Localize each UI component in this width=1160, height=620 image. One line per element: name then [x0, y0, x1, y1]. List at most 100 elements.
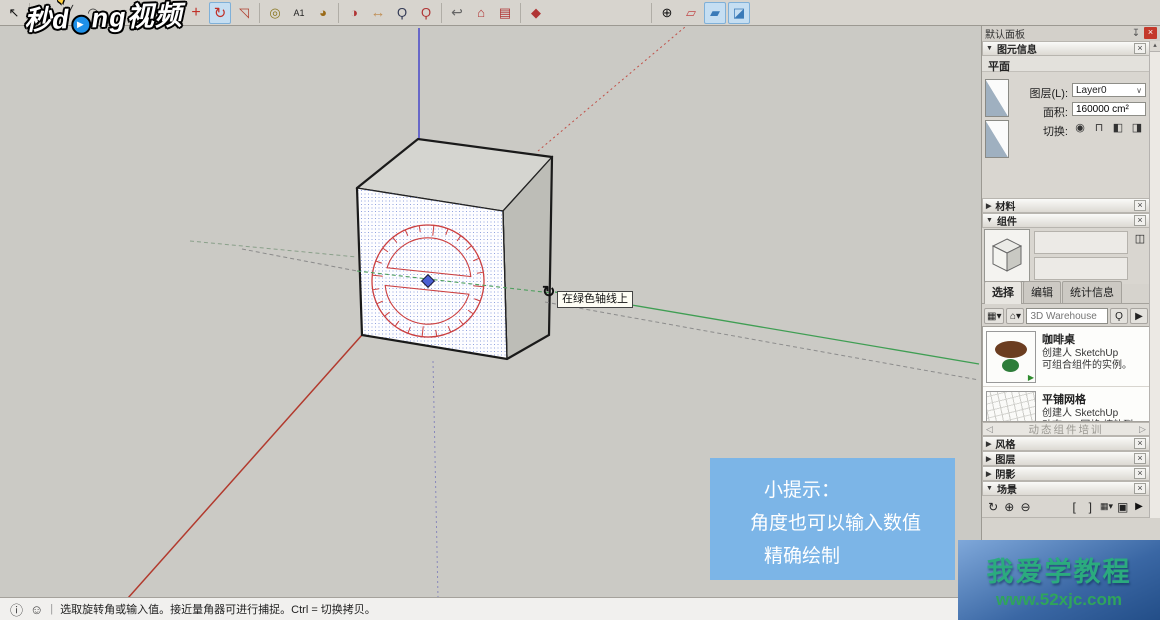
pin-icon[interactable]: ↧ — [1130, 28, 1142, 39]
zoom-tool-button[interactable]: Ϙ — [391, 2, 413, 24]
logo-text-suffix: 视频 — [126, 0, 183, 32]
share-model-tool-button[interactable]: ▤ — [494, 2, 516, 24]
scale-tool-icon: ◹ — [239, 5, 249, 21]
move-scene-left-button[interactable]: [ — [1066, 498, 1082, 515]
home-icon[interactable]: ⌂▾ — [1006, 308, 1024, 324]
materials-close-button[interactable]: × — [1134, 200, 1146, 211]
view-options-arrow-icon[interactable]: ▶ — [1130, 308, 1148, 324]
paint-bucket-tool-icon: ◕ — [319, 5, 327, 20]
rotate-tool-button[interactable]: ↻ — [209, 2, 231, 24]
section-header-entity-info[interactable]: ▼ 图元信息 × — [982, 41, 1150, 56]
component-description-field[interactable] — [1034, 257, 1128, 280]
pager-next-icon[interactable]: ▷ — [1136, 424, 1149, 435]
select-tool-button[interactable]: ↖ — [3, 2, 25, 24]
tip-line-2: 角度也可以输入数值 — [750, 507, 955, 540]
lock-toggle-icon[interactable]: ⊓ — [1091, 120, 1107, 134]
previous-view-tool-button[interactable]: ↩ — [446, 2, 468, 24]
pan-tool-button[interactable]: ↔ — [367, 2, 389, 24]
warehouse-search-input[interactable] — [1026, 308, 1108, 324]
section-header-components[interactable]: ▼ 组件 × — [982, 213, 1150, 228]
chevron-right-icon: ▶ — [986, 440, 991, 448]
components-close-button[interactable]: × — [1134, 215, 1146, 226]
component-name-field[interactable] — [1034, 231, 1128, 254]
section-plane-tool-button[interactable]: ▱ — [680, 2, 702, 24]
in-model-components-icon[interactable]: ▦▾ — [984, 308, 1004, 324]
tape-measure-tool-button[interactable]: ◎ — [264, 2, 286, 24]
tip-line-3: 精确绘制 — [764, 540, 955, 573]
zoom-tool-icon: Ϙ — [397, 5, 407, 20]
move-tool-button[interactable]: + — [185, 2, 207, 24]
tab-select[interactable]: 选择 — [984, 281, 1022, 304]
logo-play-icon: ▶ — [70, 14, 91, 35]
component-preview-area: ◫ — [982, 228, 1150, 284]
materials-title: 材料 — [995, 198, 1015, 213]
orbit-tool-button[interactable]: ◑ — [343, 2, 365, 24]
pager-prev-icon[interactable]: ◁ — [983, 424, 996, 435]
axes-tool-button[interactable]: ⊕ — [656, 2, 678, 24]
styles-close-button[interactable]: × — [1134, 438, 1146, 449]
3d-warehouse-tool-button[interactable]: ⌂ — [470, 2, 492, 24]
update-scene-icon: ↻ — [988, 500, 998, 514]
text-tool-icon: A1 — [293, 8, 304, 18]
list-item[interactable]: ▶ 咖啡桌 创建人 SketchUp 可组合组件的实例。 — [983, 327, 1149, 387]
remove-scene-button[interactable]: ⊖ — [1017, 498, 1033, 515]
panel-scrollbar[interactable]: ▴ — [1149, 41, 1160, 518]
3d-viewport[interactable]: ↻ 在绿色轴线上 小提示： 角度也可以输入数值 精确绘制 — [0, 25, 981, 598]
3d-warehouse-tool-icon: ⌂ — [477, 5, 485, 20]
scenes-toolbar: ↻⊕⊖ []▦▾▣▶ — [982, 496, 1150, 518]
toolbar-separator — [520, 3, 521, 23]
scale-tool-button[interactable]: ◹ — [233, 2, 255, 24]
search-icon[interactable]: Ϙ — [1110, 308, 1128, 324]
area-field[interactable] — [1072, 102, 1146, 116]
cast-shadows-toggle-icon[interactable]: ◧ — [1110, 120, 1126, 134]
zoom-extents-tool-icon: Ϙ — [421, 5, 431, 20]
scroll-up-icon[interactable]: ▴ — [1150, 41, 1160, 52]
list-item[interactable]: 平铺网格 创建人 SketchUp 动态 3D 网格 缩放到 60'x60' — [983, 387, 1149, 422]
section-fill-tool-button[interactable]: ▰ — [704, 2, 726, 24]
section-header-materials[interactable]: ▶ 材料 × — [982, 198, 1150, 213]
layers-close-button[interactable]: × — [1134, 453, 1146, 464]
info-icon[interactable]: ⓘ — [10, 600, 23, 619]
watermark-title: 我爱学教程 — [987, 550, 1132, 589]
tray-close-button[interactable]: × — [1144, 27, 1157, 39]
shadows-close-button[interactable]: × — [1134, 468, 1146, 479]
section-header-styles[interactable]: ▶ 风格 × — [982, 436, 1150, 451]
cube[interactable] — [357, 139, 552, 359]
layer-dropdown[interactable]: Layer0 ∨ — [1072, 83, 1146, 97]
scene-show-details-button[interactable]: ▣ — [1115, 498, 1131, 515]
receive-shadows-toggle-icon[interactable]: ◨ — [1129, 120, 1145, 134]
tip-overlay: 小提示： 角度也可以输入数值 精确绘制 — [710, 458, 955, 580]
section-header-layers[interactable]: ▶ 图层 × — [982, 451, 1150, 466]
scenes-close-button[interactable]: × — [1134, 483, 1146, 494]
layer-label: 图层(L): — [1006, 85, 1068, 101]
geolocation-icon[interactable]: ☺ — [30, 602, 43, 617]
update-scene-button[interactable]: ↻ — [985, 498, 1001, 515]
tile-grid-thumbnail — [986, 391, 1036, 422]
tab-edit[interactable]: 编辑 — [1023, 281, 1061, 303]
section-header-scenes[interactable]: ▼ 场景 × — [982, 481, 1150, 496]
scene-menu-button[interactable]: ▶ — [1131, 498, 1147, 515]
toolbar-separator — [651, 3, 652, 23]
logo-text-before: 秒d — [24, 4, 71, 36]
text-tool-button[interactable]: A1 — [288, 2, 310, 24]
tab-statistics[interactable]: 统计信息 — [1062, 281, 1122, 303]
section-fill-tool-icon: ▰ — [710, 5, 720, 21]
scene-view-options-button[interactable]: ▦▾ — [1098, 498, 1114, 515]
entity-info-close-button[interactable]: × — [1134, 43, 1146, 54]
tray-title-bar[interactable]: 默认面板 ↧ × — [982, 25, 1160, 41]
section-cut-tool-button[interactable]: ◪ — [728, 2, 750, 24]
watermark-url: www.52xjc.com — [996, 590, 1122, 610]
scene-show-details-icon: ▣ — [1117, 500, 1128, 514]
toolbar-separator — [441, 3, 442, 23]
chevron-down-icon: ▼ — [986, 45, 993, 52]
extension-warehouse-tool-button[interactable]: ◆ — [525, 2, 547, 24]
section-header-shadows[interactable]: ▶ 阴影 × — [982, 466, 1150, 481]
component-preview-box[interactable] — [984, 229, 1030, 282]
paint-bucket-tool-button[interactable]: ◕ — [312, 2, 334, 24]
add-scene-button[interactable]: ⊕ — [1001, 498, 1017, 515]
layer-value: Layer0 — [1076, 85, 1107, 96]
hide-toggle-icon[interactable]: ◉ — [1072, 120, 1088, 134]
zoom-extents-tool-button[interactable]: Ϙ — [415, 2, 437, 24]
secondary-pane-icon[interactable]: ◫ — [1133, 232, 1147, 246]
move-scene-right-button[interactable]: ] — [1082, 498, 1098, 515]
